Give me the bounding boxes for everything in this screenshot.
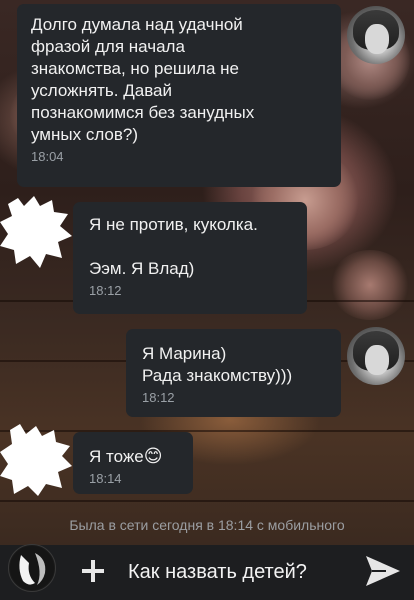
message-text-line <box>89 236 291 258</box>
message-time: 18:12 <box>89 283 122 298</box>
message-bubble-incoming[interactable]: Я тоже😊 18:14 <box>73 432 193 494</box>
message-text-line: знакомства, но решила не <box>31 59 239 78</box>
message-time: 18:12 <box>142 390 175 405</box>
message-text-line: Рада знакомству))) <box>142 366 293 385</box>
message-input[interactable]: Как назвать детей? <box>128 559 307 585</box>
message-bubble-incoming[interactable]: Я не против, куколка. Ээм. Я Влад) 18:12 <box>73 202 307 314</box>
sender-avatar[interactable] <box>347 327 405 385</box>
user-avatar[interactable] <box>8 544 56 592</box>
message-time: 18:14 <box>89 471 122 486</box>
message-time: 18:04 <box>31 149 64 164</box>
message-bubble-outgoing[interactable]: Я Марина) Рада знакомству))) 18:12 <box>126 329 341 417</box>
message-text-line: Я тоже😊 <box>89 445 183 468</box>
contact-avatar-hidden[interactable] <box>0 196 72 268</box>
message-text-line: Я Марина) <box>142 344 227 363</box>
message-text-line: усложнять. Давай <box>31 81 172 100</box>
message-text-line: Долго думала над удачной <box>31 15 243 34</box>
message-text-line: умных слов?) <box>31 125 139 144</box>
last-seen-status: Была в сети сегодня в 18:14 с мобильного <box>69 517 345 533</box>
send-icon[interactable] <box>364 554 402 588</box>
contact-avatar-hidden[interactable] <box>0 424 72 496</box>
message-text: Я тоже <box>89 447 144 466</box>
message-text-line: Ээм. Я Влад) <box>89 259 195 278</box>
message-text-line: Я не против, куколка. <box>89 215 258 234</box>
sender-avatar[interactable] <box>347 6 405 64</box>
message-text-line: фразой для начала <box>31 37 185 56</box>
message-bubble-outgoing[interactable]: Долго думала над удачной фразой для нача… <box>17 4 341 187</box>
smile-emoji-icon: 😊 <box>143 446 163 466</box>
message-text-line: познакомимся без занудных <box>31 103 255 122</box>
plus-icon[interactable] <box>78 556 108 586</box>
